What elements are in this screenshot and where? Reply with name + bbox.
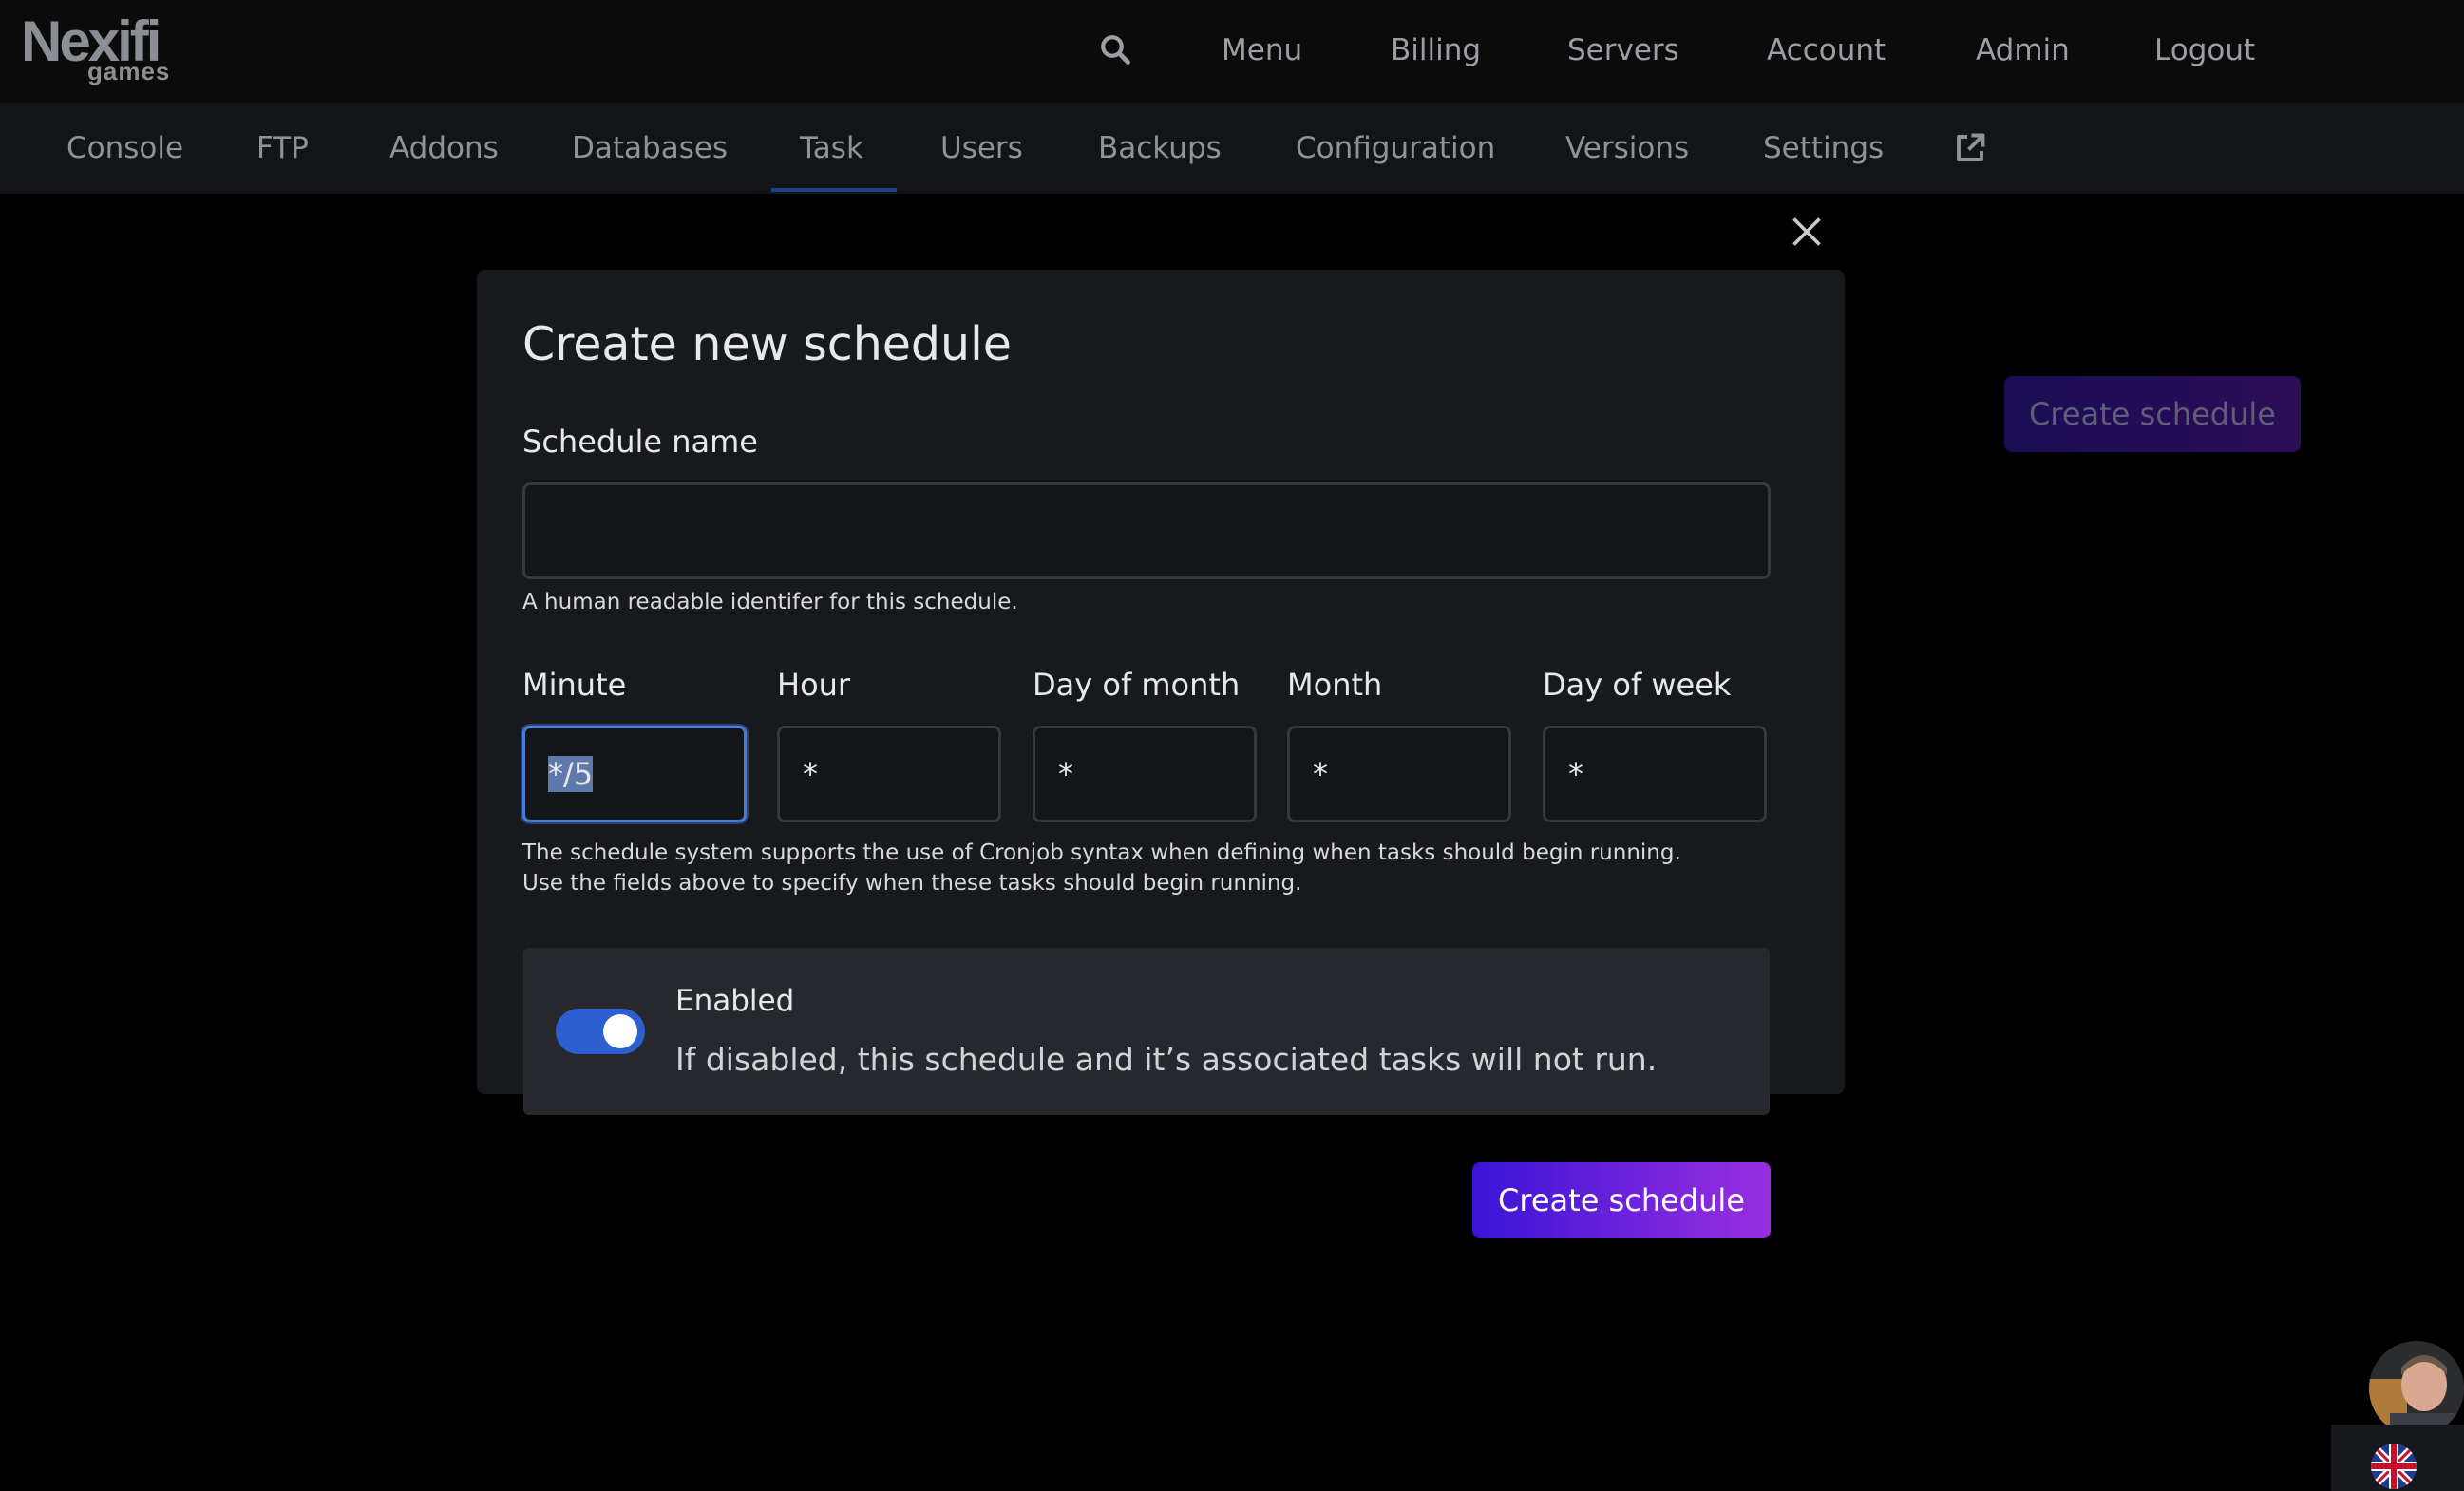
external-link-icon[interactable] <box>1953 131 1987 165</box>
tab-configuration[interactable]: Configuration <box>1296 127 1495 169</box>
hour-label: Hour <box>777 667 851 703</box>
topnav-account[interactable]: Account <box>1767 28 1886 72</box>
tab-users[interactable]: Users <box>940 127 1023 169</box>
topnav-servers[interactable]: Servers <box>1567 28 1679 72</box>
schedule-name-label: Schedule name <box>522 424 758 460</box>
tab-settings[interactable]: Settings <box>1763 127 1884 169</box>
tab-addons[interactable]: Addons <box>389 127 499 169</box>
active-tab-indicator <box>771 188 897 192</box>
toggle-knob <box>603 1014 637 1048</box>
cron-help-line-1: The schedule system supports the use of … <box>522 840 1681 865</box>
tab-console[interactable]: Console <box>66 127 183 169</box>
tab-ftp[interactable]: FTP <box>256 127 309 169</box>
tab-databases[interactable]: Databases <box>572 127 728 169</box>
server-subnav: Console FTP Addons Databases Task Users … <box>0 103 2464 194</box>
close-icon[interactable] <box>1790 215 1824 249</box>
day-of-month-label: Day of month <box>1033 667 1241 703</box>
topnav-menu[interactable]: Menu <box>1222 28 1302 72</box>
topnav-admin[interactable]: Admin <box>1976 28 2070 72</box>
logo-subtitle: games <box>87 57 171 85</box>
avatar-portrait <box>2369 1341 2464 1436</box>
day-of-week-input[interactable] <box>1543 726 1767 822</box>
tab-versions[interactable]: Versions <box>1565 127 1689 169</box>
topnav-billing[interactable]: Billing <box>1391 28 1481 72</box>
background-create-schedule-button[interactable]: Create schedule <box>2004 376 2301 452</box>
nexifi-logo[interactable]: Nexifi games <box>21 13 192 85</box>
cron-help-line-2: Use the fields above to specify when the… <box>522 871 1302 896</box>
minute-input[interactable] <box>522 726 747 822</box>
search-icon[interactable] <box>1098 32 1132 66</box>
day-of-month-input[interactable] <box>1033 726 1257 822</box>
topnav-logout[interactable]: Logout <box>2154 28 2255 72</box>
tab-task[interactable]: Task <box>800 127 863 169</box>
day-of-week-label: Day of week <box>1543 667 1732 703</box>
enabled-title: Enabled <box>675 984 795 1018</box>
minute-label: Minute <box>522 667 627 703</box>
tab-backups[interactable]: Backups <box>1098 127 1222 169</box>
top-bar: Nexifi games Menu Billing Servers Accoun… <box>0 0 2464 103</box>
enabled-description: If disabled, this schedule and it’s asso… <box>675 1041 1658 1078</box>
month-label: Month <box>1287 667 1383 703</box>
schedule-name-input[interactable] <box>522 482 1771 579</box>
create-schedule-button[interactable]: Create schedule <box>1472 1162 1771 1238</box>
hour-input[interactable] <box>777 726 1001 822</box>
enabled-panel: Enabled If disabled, this schedule and i… <box>523 948 1770 1115</box>
create-schedule-modal: Create new schedule Schedule name A huma… <box>477 270 1845 1238</box>
user-avatar[interactable] <box>2369 1341 2464 1436</box>
month-input[interactable] <box>1287 726 1511 822</box>
modal-title: Create new schedule <box>522 317 1012 371</box>
enabled-toggle[interactable] <box>556 1009 645 1054</box>
uk-flag-icon[interactable] <box>2371 1444 2417 1489</box>
schedule-name-help: A human readable identifer for this sche… <box>522 590 1018 614</box>
